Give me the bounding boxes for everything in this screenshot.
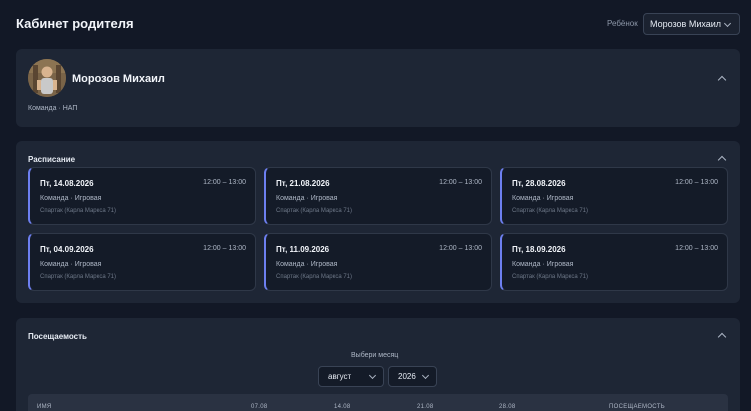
slot-date: Пт, 21.08.2026 — [276, 179, 330, 188]
slot-date: Пт, 28.08.2026 — [512, 179, 566, 188]
schedule-card: Расписание Пт, 14.08.2026 12:00 – 13:00 … — [16, 141, 740, 303]
profile-card: Морозов Михаил Команда · НАП — [16, 49, 740, 127]
month-picker-label: Выбери месяц — [351, 352, 399, 359]
slot-time: 12:00 – 13:00 — [675, 245, 718, 252]
attendance-table-header: ИМЯ 07.08 14.08 21.08 28.08 ПОСЕЩАЕМОСТЬ — [28, 394, 728, 411]
child-select[interactable]: Морозов Михаил — [643, 13, 740, 35]
slot-time: 12:00 – 13:00 — [203, 245, 246, 252]
team-info: Команда · НАП — [28, 105, 78, 112]
schedule-slot[interactable]: Пт, 28.08.2026 12:00 – 13:00 Команда · И… — [500, 167, 728, 225]
child-select-label: Ребёнок — [607, 19, 638, 28]
slot-date: Пт, 18.09.2026 — [512, 245, 566, 254]
schedule-slot[interactable]: Пт, 04.09.2026 12:00 – 13:00 Команда · И… — [28, 233, 256, 291]
schedule-slot[interactable]: Пт, 11.09.2026 12:00 – 13:00 Команда · И… — [264, 233, 492, 291]
year-select[interactable]: 2026 — [388, 366, 437, 387]
slot-location: Спартак (Карла Маркса 71) — [40, 208, 117, 214]
chevron-down-icon — [723, 19, 732, 28]
slot-team: Команда · Игровая — [276, 261, 338, 268]
collapse-schedule-icon[interactable] — [717, 155, 727, 165]
slot-time: 12:00 – 13:00 — [203, 179, 246, 186]
slot-location: Спартак (Карла Маркса 71) — [276, 208, 353, 214]
slot-team: Команда · Игровая — [40, 195, 102, 202]
child-select-value: Морозов Михаил — [650, 19, 722, 29]
slot-location: Спартак (Карла Маркса 71) — [276, 274, 353, 280]
slot-location: Спартак (Карла Маркса 71) — [512, 274, 589, 280]
slot-team: Команда · Игровая — [40, 261, 102, 268]
column-header-date: 28.08 — [499, 404, 516, 410]
slot-date: Пт, 11.09.2026 — [276, 245, 330, 254]
slot-team: Команда · Игровая — [512, 195, 574, 202]
month-select[interactable]: август — [318, 366, 384, 387]
schedule-slot[interactable]: Пт, 14.08.2026 12:00 – 13:00 Команда · И… — [28, 167, 256, 225]
slot-date: Пт, 04.09.2026 — [40, 245, 94, 254]
year-select-value: 2026 — [398, 372, 416, 381]
column-header-date: 07.08 — [251, 404, 268, 410]
slot-location: Спартак (Карла Маркса 71) — [40, 274, 117, 280]
attendance-card: Посещаемость Выбери месяц август 2026 ИМ… — [16, 318, 740, 411]
column-header-name: ИМЯ — [37, 404, 52, 410]
slot-time: 12:00 – 13:00 — [439, 245, 482, 252]
slot-time: 12:00 – 13:00 — [675, 179, 718, 186]
topbar: Кабинет родителя Ребёнок Морозов Михаил — [0, 0, 751, 48]
slot-location: Спартак (Карла Маркса 71) — [512, 208, 589, 214]
slot-team: Команда · Игровая — [276, 195, 338, 202]
collapse-profile-icon[interactable] — [717, 75, 727, 85]
schedule-slot[interactable]: Пт, 21.08.2026 12:00 – 13:00 Команда · И… — [264, 167, 492, 225]
column-header-attendance: ПОСЕЩАЕМОСТЬ — [609, 404, 665, 410]
chevron-down-icon — [368, 371, 377, 380]
schedule-slot[interactable]: Пт, 18.09.2026 12:00 – 13:00 Команда · И… — [500, 233, 728, 291]
chevron-down-icon — [421, 371, 430, 380]
slot-time: 12:00 – 13:00 — [439, 179, 482, 186]
page-title: Кабинет родителя — [16, 16, 134, 31]
collapse-attendance-icon[interactable] — [717, 332, 727, 342]
slot-date: Пт, 14.08.2026 — [40, 179, 94, 188]
attendance-title: Посещаемость — [28, 332, 87, 341]
column-header-date: 21.08 — [417, 404, 434, 410]
avatar — [28, 59, 66, 97]
slot-team: Команда · Игровая — [512, 261, 574, 268]
month-select-value: август — [328, 372, 352, 381]
column-header-date: 14.08 — [334, 404, 351, 410]
profile-name: Морозов Михаил — [72, 73, 165, 85]
schedule-title: Расписание — [28, 155, 76, 164]
